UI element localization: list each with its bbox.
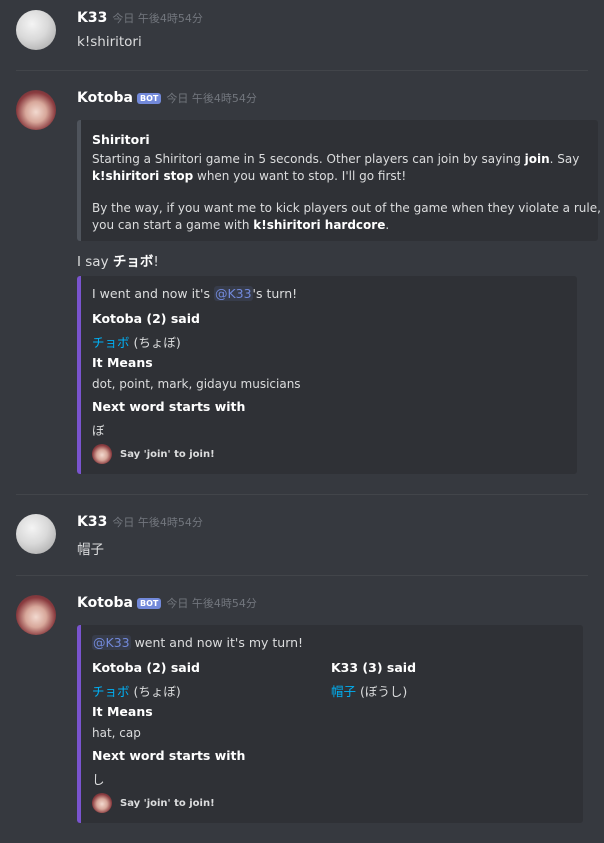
- embed-description-line: Starting a Shiritori game in 5 seconds. …: [92, 152, 580, 166]
- message-text: k!shiritori: [77, 34, 142, 50]
- message-divider: [16, 70, 588, 71]
- field-value: dot, point, mark, gidayu musicians: [92, 377, 301, 391]
- field-name: Next word starts with: [92, 399, 246, 414]
- field-name: It Means: [92, 704, 153, 719]
- timestamp: 今日 午後4時54分: [166, 92, 257, 105]
- message-header: K33 今日 午後4時54分: [77, 10, 203, 30]
- hardcore-command: k!shiritori hardcore: [253, 218, 386, 232]
- footer-text: Say 'join' to join!: [120, 797, 215, 809]
- field-name: Next word starts with: [92, 748, 246, 763]
- timestamp: 今日 午後4時54分: [112, 516, 203, 529]
- word-link[interactable]: チョボ: [92, 684, 130, 699]
- field-value: hat, cap: [92, 726, 141, 740]
- word-link[interactable]: 帽子: [331, 684, 356, 699]
- field-name: Kotoba (2) said: [92, 311, 200, 326]
- embed-footer: Say 'join' to join!: [92, 793, 215, 813]
- field-name: Kotoba (2) said: [92, 660, 200, 675]
- embed-description-line: k!shiritori stop when you want to stop. …: [92, 169, 407, 183]
- message-k33-2: K33 今日 午後4時54分 帽子: [0, 514, 604, 564]
- message-kotoba-2: Kotoba BOT 今日 午後4時54分 @K33 went and now …: [0, 595, 604, 830]
- field-value: チョボ (ちょぼ): [92, 684, 181, 699]
- user-mention[interactable]: @K33: [92, 635, 131, 650]
- stop-command: k!shiritori stop: [92, 169, 194, 183]
- footer-avatar: [92, 793, 112, 813]
- username[interactable]: Kotoba: [77, 90, 133, 106]
- field-value: チョボ (ちょぼ): [92, 335, 181, 350]
- embed-description: I went and now it's @K33's turn!: [92, 286, 298, 301]
- message-k33-1: K33 今日 午後4時54分 k!shiritori: [0, 10, 604, 60]
- embed-title: Shiritori: [92, 132, 150, 147]
- embed-footer: Say 'join' to join!: [92, 444, 215, 464]
- word-link[interactable]: チョボ: [92, 335, 130, 350]
- field-value: 帽子 (ぼうし): [331, 684, 408, 699]
- field-name: K33 (3) said: [331, 660, 417, 675]
- username[interactable]: K33: [77, 514, 107, 530]
- field-value: し: [92, 772, 105, 787]
- embed-description-line: you can start a game with k!shiritori ha…: [92, 218, 390, 232]
- username[interactable]: K33: [77, 10, 107, 26]
- field-name: It Means: [92, 355, 153, 370]
- footer-text: Say 'join' to join!: [120, 448, 215, 460]
- embed-description-line: By the way, if you want me to kick playe…: [92, 201, 601, 215]
- user-mention[interactable]: @K33: [213, 286, 253, 301]
- message-kotoba-1: Kotoba BOT 今日 午後4時54分 Shiritori Starting…: [0, 90, 604, 480]
- embed-turn: @K33 went and now it's my turn! Kotoba (…: [77, 625, 583, 823]
- timestamp: 今日 午後4時54分: [112, 12, 203, 25]
- embed-description: @K33 went and now it's my turn!: [92, 635, 304, 650]
- message-divider: [16, 494, 588, 495]
- avatar[interactable]: [16, 595, 56, 635]
- embed-shiritori-start: Shiritori Starting a Shiritori game in 5…: [77, 120, 601, 241]
- message-header: K33 今日 午後4時54分: [77, 514, 203, 534]
- avatar[interactable]: [16, 90, 56, 130]
- field-value: ぼ: [92, 423, 105, 438]
- message-text: I say チョボ!: [77, 254, 159, 270]
- message-text: 帽子: [77, 542, 104, 558]
- avatar[interactable]: [16, 10, 56, 50]
- message-header: Kotoba BOT 今日 午後4時54分: [77, 595, 257, 615]
- username[interactable]: Kotoba: [77, 595, 133, 611]
- footer-avatar: [92, 444, 112, 464]
- bot-tag: BOT: [137, 598, 162, 609]
- timestamp: 今日 午後4時54分: [166, 597, 257, 610]
- said-word: チョボ: [112, 254, 154, 270]
- bot-tag: BOT: [137, 93, 162, 104]
- message-divider: [16, 575, 588, 576]
- join-keyword: join: [524, 152, 550, 166]
- embed-turn: I went and now it's @K33's turn! Kotoba …: [77, 276, 577, 474]
- message-header: Kotoba BOT 今日 午後4時54分: [77, 90, 257, 110]
- avatar[interactable]: [16, 514, 56, 554]
